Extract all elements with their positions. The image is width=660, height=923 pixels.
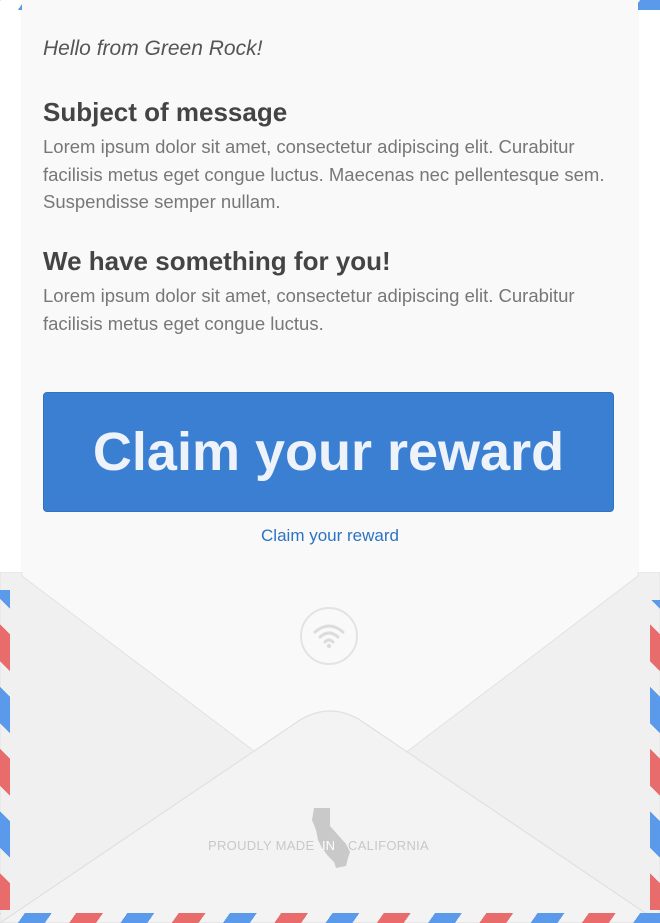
- section-body-offer: Lorem ipsum dolor sit amet, consectetur …: [43, 285, 575, 334]
- footer-proudly-made: PROUDLY MADE: [208, 838, 315, 853]
- airmail-bottom-border: [0, 913, 660, 923]
- section-body-subject: Lorem ipsum dolor sit amet, consectetur …: [43, 136, 605, 212]
- section-heading-offer: We have something for you!: [43, 246, 391, 276]
- airmail-right-border: [650, 600, 660, 910]
- section-heading-subject: Subject of message: [43, 97, 288, 127]
- airmail-left-border: [0, 590, 10, 910]
- claim-reward-button[interactable]: Claim your reward: [43, 392, 614, 512]
- claim-reward-link[interactable]: Claim your reward: [22, 526, 638, 546]
- footer-in: IN: [322, 838, 335, 853]
- footer-california: CALIFORNIA: [348, 838, 430, 853]
- greeting: Hello from Green Rock!: [43, 37, 263, 60]
